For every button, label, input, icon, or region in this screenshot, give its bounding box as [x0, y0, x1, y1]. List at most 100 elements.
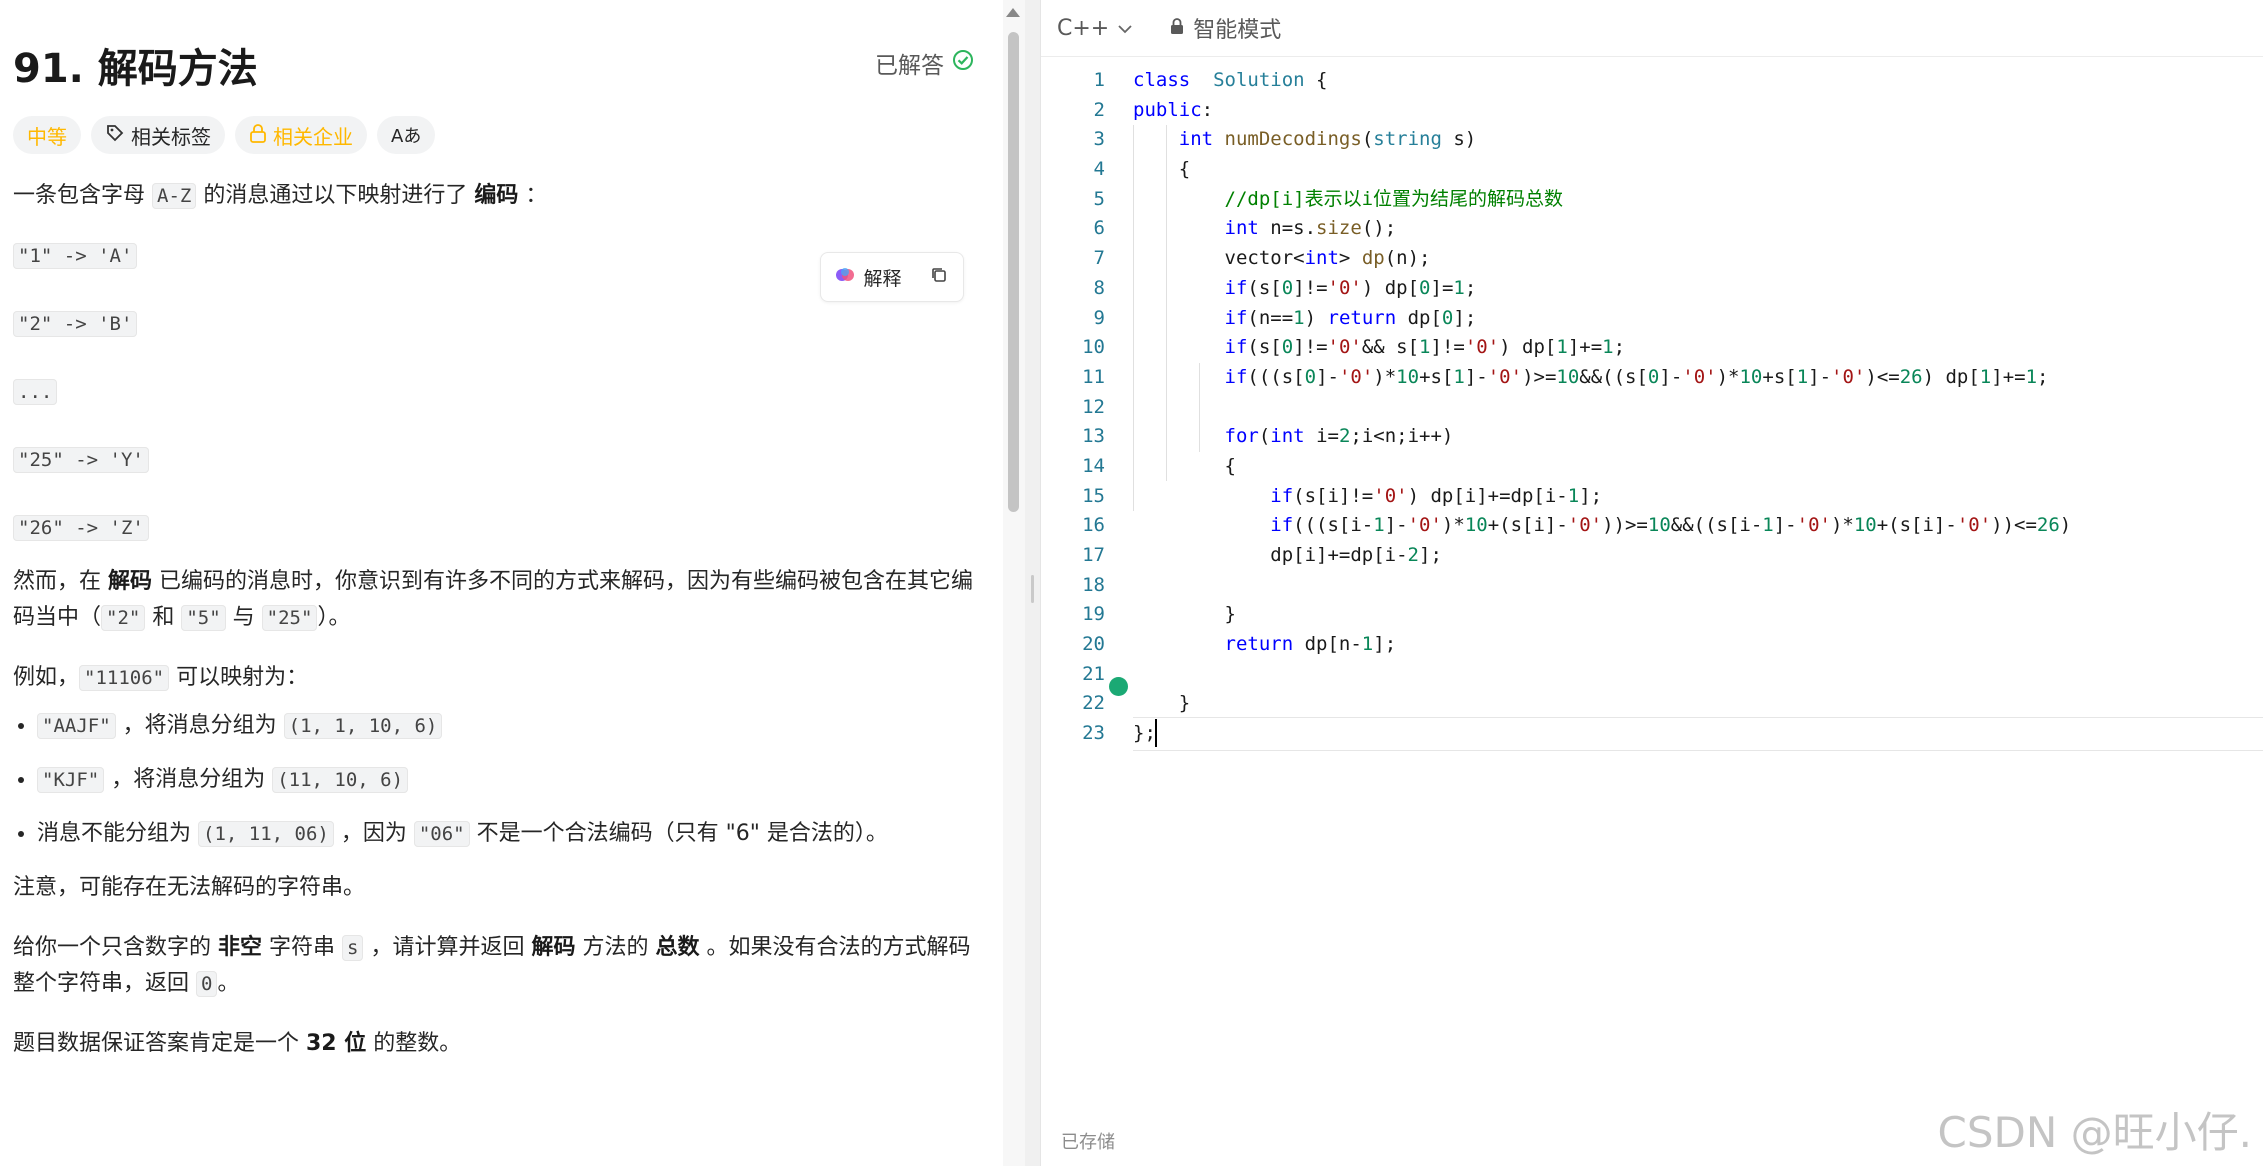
code-line[interactable]: 12: [1041, 393, 2263, 423]
code-token: 0: [1304, 365, 1317, 388]
code-text: if(s[i]!='0') dp[i]+=dp[i-1];: [1133, 482, 1602, 512]
inline-code: "11106": [79, 665, 170, 691]
code-token: class: [1133, 69, 1191, 91]
code-line[interactable]: 16 if(((s[i-1]-'0')*10+(s[i]-'0'))>=10&&…: [1041, 511, 2263, 541]
breakpoint-icon[interactable]: [1109, 677, 1128, 696]
code-line[interactable]: 6 int n=s.size();: [1041, 214, 2263, 244]
code-lines[interactable]: 1 class Solution {2 public: 3 int numDecodi…: [1041, 66, 2263, 749]
code-line[interactable]: 2 public:: [1041, 96, 2263, 126]
related-tags-button[interactable]: 相关标签: [91, 116, 225, 154]
difficulty-badge: 中等: [13, 116, 81, 154]
code-line[interactable]: 9 if(n==1) return dp[0];: [1041, 304, 2263, 334]
code-text: if(s[0]!='0') dp[0]=1;: [1133, 274, 1477, 304]
smart-mode-toggle[interactable]: 智能模式: [1169, 12, 1281, 44]
code-token: string: [1373, 128, 1442, 151]
related-companies-button[interactable]: 相关企业: [235, 116, 367, 154]
code-token: '0': [1796, 514, 1831, 537]
code-text: vector<int> dp(n);: [1133, 244, 1431, 274]
tag-row: 中等 相关标签 相关企业 Aあ: [13, 116, 436, 154]
code-token: '0': [1567, 514, 1603, 537]
text-caret: [1155, 719, 1157, 747]
code-line[interactable]: 21: [1041, 660, 2263, 690]
line-number: 6: [1093, 217, 1105, 240]
code-line[interactable]: 22 }: [1041, 689, 2263, 719]
code-token: n=s.: [1258, 217, 1317, 240]
code-token: int: [1304, 247, 1339, 270]
line-number: 10: [1082, 336, 1105, 359]
code-line[interactable]: 1 class Solution {: [1041, 66, 2263, 96]
text: 可以映射为：: [169, 665, 309, 690]
code-token: '0': [1338, 365, 1374, 388]
code-token: 1: [1602, 336, 1614, 359]
code-token: 1: [1453, 365, 1465, 388]
code-line[interactable]: 15 if(s[i]!='0') dp[i]+=dp[i-1];: [1041, 482, 2263, 512]
related-tags-label: 相关标签: [131, 124, 211, 149]
description-scrollbar-thumb[interactable]: [1008, 32, 1019, 512]
code-text: if(((s[i-1]-'0')*10+(s[i]-'0'))>=10&&((s…: [1133, 511, 2071, 541]
code-text: //dp[i]表示以i位置为结尾的解码总数: [1133, 185, 1564, 215]
code-line[interactable]: 3 int numDecodings(string s): [1041, 125, 2263, 155]
line-number: 23: [1082, 722, 1105, 745]
code-text: class Solution {: [1133, 66, 1328, 96]
code-editor[interactable]: 1 class Solution {2 public: 3 int numDecodi…: [1041, 66, 2263, 749]
code-token: ]-: [1464, 365, 1488, 388]
code-token: dp[: [1396, 306, 1442, 329]
inline-code: "25" -> 'Y': [13, 447, 149, 473]
inline-code: "1" -> 'A': [13, 243, 138, 269]
code-line[interactable]: 13 for(int i=2;i<n;i++): [1041, 422, 2263, 452]
code-token: ): [1304, 306, 1328, 329]
code-line[interactable]: 20 return dp[n-1];: [1041, 630, 2263, 660]
inline-code: ...: [13, 379, 58, 405]
code-token: 0: [1647, 365, 1660, 388]
code-line[interactable]: 7 vector<int> dp(n);: [1041, 244, 2263, 274]
line-number: 14: [1082, 454, 1105, 477]
scroll-up-arrow-icon[interactable]: [1006, 8, 1020, 17]
code-text: }: [1133, 600, 1236, 630]
bold-text: 32 位: [306, 1031, 367, 1056]
code-line[interactable]: 8 if(s[0]!='0') dp[0]=1;: [1041, 274, 2263, 304]
mapping-line: ...: [13, 374, 983, 410]
translate-icon: Aあ: [391, 126, 422, 147]
code-line[interactable]: 17 dp[i]+=dp[i-2];: [1041, 541, 2263, 571]
inline-code: "2" -> 'B': [13, 311, 138, 337]
code-token: '0': [1464, 336, 1500, 359]
code-token: {: [1133, 454, 1236, 477]
text: 题目数据保证答案肯定是一个: [13, 1031, 306, 1056]
code-token: ))<=: [1991, 514, 2037, 537]
translate-button[interactable]: Aあ: [377, 116, 436, 154]
code-token: if: [1224, 365, 1248, 388]
code-line[interactable]: 10 if(s[0]!='0'&& s[1]!='0') dp[1]+=1;: [1041, 333, 2263, 363]
example-list: "AAJF" ，将消息分组为 (1, 1, 10, 6) "KJF" ，将消息分…: [13, 708, 983, 852]
code-token: ]!=: [1293, 276, 1328, 299]
code-line[interactable]: 5 //dp[i]表示以i位置为结尾的解码总数: [1041, 185, 2263, 215]
code-token: ];: [1453, 306, 1477, 329]
code-token: )*: [1441, 514, 1465, 537]
code-line[interactable]: 14 {: [1041, 452, 2263, 482]
code-token: (s[: [1247, 336, 1282, 359]
code-token: 1: [1373, 514, 1385, 537]
code-line[interactable]: 4 {: [1041, 155, 2263, 185]
code-line[interactable]: 18: [1041, 571, 2263, 601]
code-line[interactable]: 19 }: [1041, 600, 2263, 630]
line-number: 8: [1093, 276, 1105, 299]
bold-text: 编码: [474, 183, 519, 208]
code-token: 1: [1361, 633, 1374, 656]
code-token: (s[: [1247, 276, 1282, 299]
code-token: if: [1270, 514, 1294, 537]
code-token: 0: [1419, 276, 1431, 299]
solved-status: 已解答: [875, 46, 974, 80]
code-token: ();: [1361, 217, 1397, 240]
code-token: +s[: [1419, 365, 1454, 388]
code-text: for(int i=2;i<n;i++): [1133, 422, 1454, 452]
language-select[interactable]: C++: [1057, 16, 1133, 41]
inline-code: "2": [101, 605, 146, 631]
line-number: 4: [1093, 158, 1105, 181]
code-token: (n);: [1384, 247, 1431, 270]
splitter-grip-icon[interactable]: [1031, 575, 1034, 603]
bold-text: 解码: [108, 569, 153, 594]
code-line[interactable]: 11 if(((s[0]-'0')*10+s[1]-'0')>=10&&((s[…: [1041, 363, 2263, 393]
code-token: '0': [1487, 365, 1523, 388]
